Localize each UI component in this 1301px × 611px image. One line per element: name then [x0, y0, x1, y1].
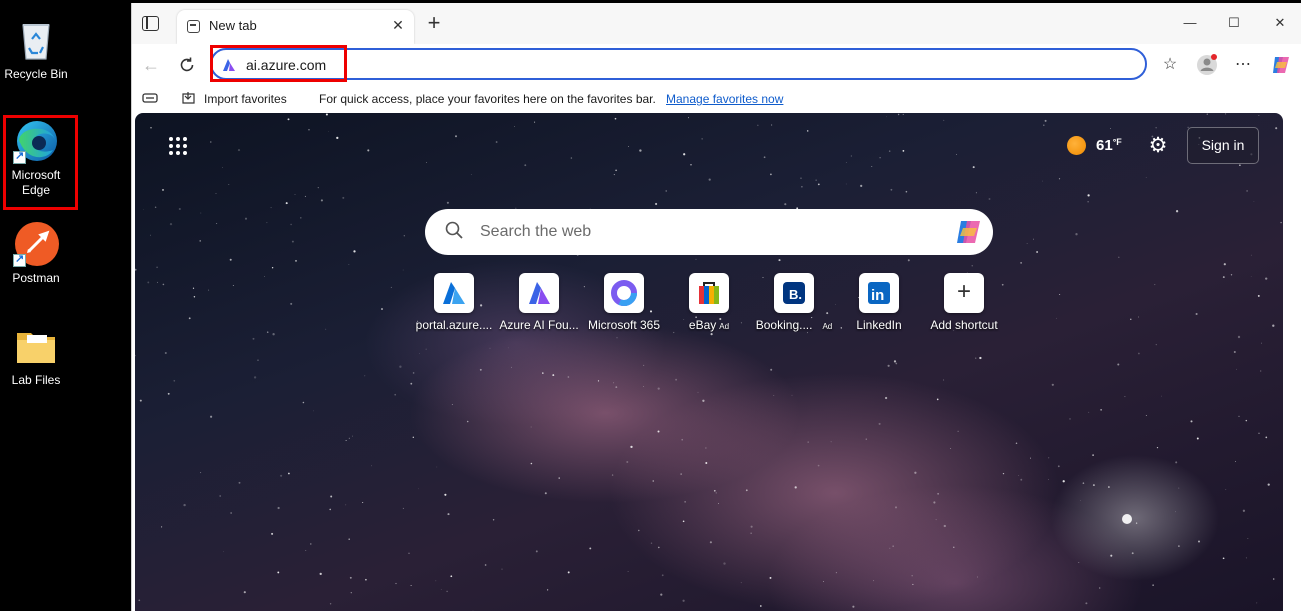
search-input[interactable] — [480, 220, 930, 244]
plus-icon: + — [944, 273, 984, 313]
manage-favorites-link[interactable]: Manage favorites now — [666, 92, 783, 106]
ebay-bag-icon — [689, 273, 729, 313]
quick-link-label: portal.azure.... — [415, 318, 493, 332]
quick-link-portal-azure[interactable]: portal.azure.... — [411, 273, 497, 332]
search-icon — [445, 221, 463, 239]
quick-link-linkedin[interactable]: in LinkedIn — [836, 273, 922, 332]
sun-icon — [1067, 136, 1086, 155]
new-tab-button[interactable]: + — [422, 11, 446, 35]
quick-link-microsoft-365[interactable]: Microsoft 365 — [581, 273, 667, 332]
search-box[interactable] — [425, 209, 993, 255]
star-field-background — [135, 113, 1282, 611]
copilot-icon — [1273, 57, 1289, 73]
tab-new-tab[interactable]: New tab ✕ — [177, 10, 414, 44]
quick-link-booking[interactable]: B. Booking.... Ad — [751, 273, 837, 332]
browser-window: New tab ✕ + — ☐ ✕ ← ai.azure.com ☆ ⋯ Imp… — [131, 3, 1301, 611]
desktop-icon-postman[interactable]: Postman — [0, 221, 72, 286]
temperature-unit: °F — [1112, 137, 1122, 147]
copilot-search-icon[interactable] — [954, 218, 984, 246]
new-tab-page: 61°F ⚙ Sign in portal.azure.... — [135, 113, 1283, 611]
microsoft-365-icon — [604, 273, 644, 313]
import-favorites-icon — [181, 91, 197, 108]
desktop-icon-recycle-bin[interactable]: Recycle Bin — [0, 17, 72, 82]
quick-link-label: Booking.... — [755, 318, 813, 332]
copilot-button[interactable] — [1268, 52, 1294, 78]
more-options-icon[interactable]: ⋯ — [1230, 52, 1256, 78]
back-button[interactable]: ← — [138, 52, 164, 78]
refresh-icon — [180, 57, 194, 72]
import-favorites-button[interactable]: Import favorites — [204, 92, 287, 106]
add-shortcut-button[interactable]: + Add shortcut — [921, 273, 1007, 332]
favorites-star-icon[interactable]: ☆ — [1157, 52, 1183, 78]
desktop-icon-lab-files[interactable]: Lab Files — [0, 323, 72, 388]
azure-logo-icon — [434, 273, 474, 313]
sign-in-button[interactable]: Sign in — [1187, 127, 1259, 164]
svg-text:B.: B. — [789, 287, 802, 302]
temperature-value: 61 — [1096, 137, 1113, 154]
desktop-icon-label: Recycle Bin — [4, 67, 68, 81]
shortcut-arrow-icon — [13, 252, 26, 267]
favorites-bar: Import favorites For quick access, place… — [132, 87, 1301, 113]
quick-link-label: Microsoft 365 — [587, 318, 661, 332]
tab-close-icon[interactable]: ✕ — [389, 16, 407, 34]
ad-badge: Ad — [719, 322, 730, 331]
highlight-box-edge — [3, 115, 78, 210]
minimize-button[interactable]: — — [1175, 13, 1205, 37]
profile-avatar-icon — [1197, 54, 1217, 75]
tab-title: New tab — [209, 18, 257, 33]
maximize-button[interactable]: ☐ — [1219, 13, 1249, 37]
close-window-button[interactable]: ✕ — [1265, 13, 1295, 37]
settings-gear-icon[interactable]: ⚙ — [1147, 135, 1169, 157]
postman-icon — [13, 221, 59, 267]
quick-link-label: eBay — [688, 318, 717, 332]
highlight-box-address — [210, 45, 347, 82]
desktop: Recycle Bin Microsoft Edge — [0, 0, 131, 611]
quick-link-ebay[interactable]: eBay Ad — [666, 273, 752, 332]
azure-ai-foundry-icon — [519, 273, 559, 313]
app-launcher-icon[interactable] — [169, 137, 189, 157]
quick-link-azure-ai-foundry[interactable]: Azure AI Fou... — [496, 273, 582, 332]
new-tab-favicon-icon — [187, 20, 200, 33]
booking-logo-icon: B. — [774, 273, 814, 313]
tab-strip: New tab ✕ + — ☐ ✕ — [132, 3, 1301, 44]
desktop-icon-label: Lab Files — [11, 373, 61, 387]
svg-text:in: in — [871, 287, 884, 304]
toolbar: ← ai.azure.com ☆ ⋯ — [132, 44, 1301, 87]
quick-link-label: Azure AI Fou... — [499, 318, 579, 332]
address-bar[interactable]: ai.azure.com — [210, 48, 1147, 80]
refresh-button[interactable] — [174, 52, 200, 78]
profile-button[interactable] — [1194, 52, 1220, 78]
quick-link-label: Add shortcut — [930, 318, 998, 332]
tab-actions-icon[interactable] — [142, 16, 159, 31]
recycle-bin-icon — [13, 17, 59, 63]
ad-badge: Ad — [822, 322, 833, 331]
desktop-icon-label: Postman — [12, 271, 60, 285]
linkedin-logo-icon: in — [859, 273, 899, 313]
quick-link-label: LinkedIn — [856, 318, 902, 332]
folder-icon — [13, 323, 59, 369]
favorites-bar-toggle-icon[interactable] — [142, 91, 158, 108]
favorites-bar-message: For quick access, place your favorites h… — [319, 92, 656, 106]
